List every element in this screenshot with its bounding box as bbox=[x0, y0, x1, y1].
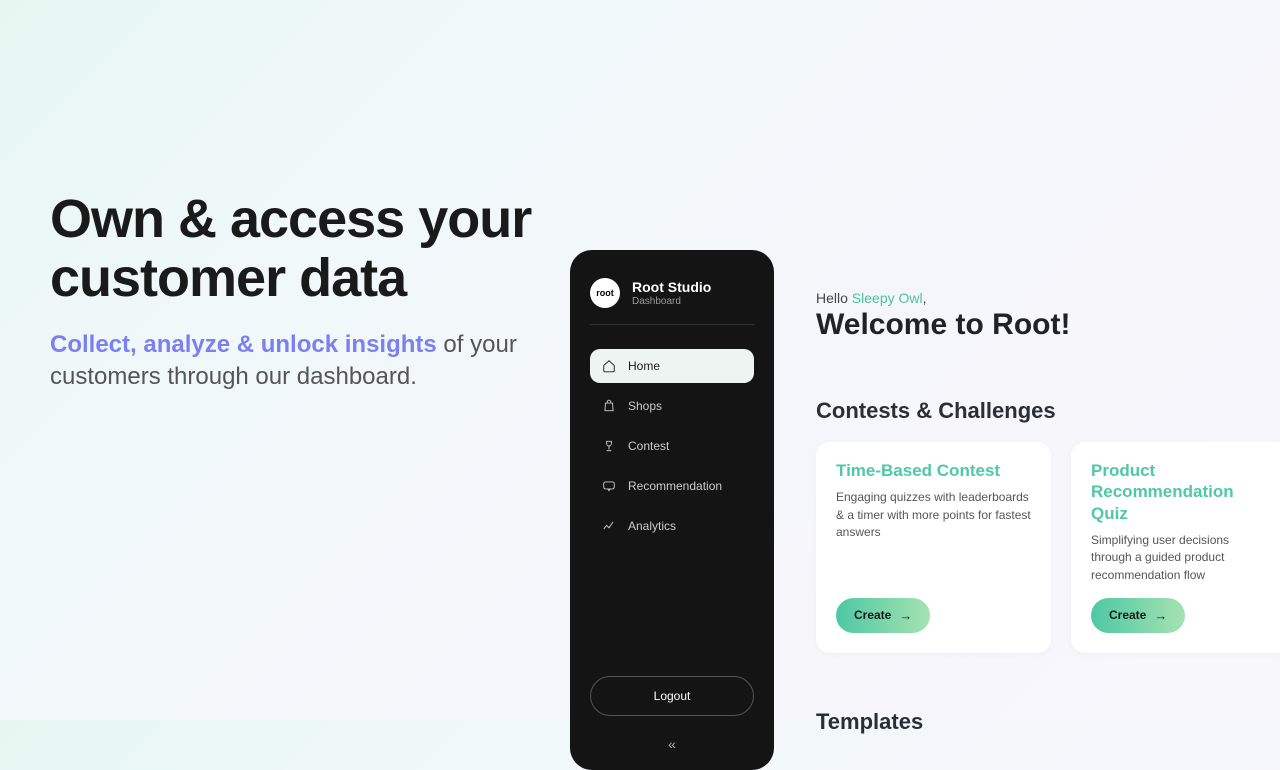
main-content: Hello Sleepy Owl, Welcome to Root! Se Co… bbox=[774, 250, 1280, 770]
card-desc: Simplifying user decisions through a gui… bbox=[1091, 532, 1271, 584]
nav-label: Contest bbox=[628, 439, 669, 453]
chevron-left-double-icon: « bbox=[668, 736, 676, 752]
contest-card: Time-Based Contest Engaging quizzes with… bbox=[816, 442, 1051, 653]
greeting: Hello Sleepy Owl, bbox=[816, 290, 1070, 306]
arrow-right-icon: → bbox=[1154, 608, 1167, 623]
card-desc: Engaging quizzes with leaderboards & a t… bbox=[836, 489, 1031, 584]
contest-card: Product Recommendation Quiz Simplifying … bbox=[1071, 442, 1280, 653]
chart-icon bbox=[602, 519, 616, 533]
nav: Home Shops Contest bbox=[590, 349, 754, 668]
user-name: Sleepy Owl bbox=[852, 290, 923, 306]
app-window: root Root Studio Dashboard Home bbox=[570, 250, 1280, 770]
create-button[interactable]: Create → bbox=[836, 598, 930, 633]
nav-item-home[interactable]: Home bbox=[590, 349, 754, 383]
create-button[interactable]: Create → bbox=[1091, 598, 1185, 633]
brand-logo: root bbox=[590, 278, 620, 308]
collapse-button[interactable]: « bbox=[590, 736, 754, 752]
hero-headline: Own & access your customer data bbox=[50, 190, 570, 309]
logout-button[interactable]: Logout bbox=[590, 676, 754, 716]
hero-sub-accent: Collect, analyze & unlock insights bbox=[50, 331, 437, 358]
nav-label: Home bbox=[628, 359, 660, 373]
nav-label: Recommendation bbox=[628, 479, 722, 493]
brand-name: Root Studio bbox=[632, 279, 711, 295]
chat-icon bbox=[602, 479, 616, 493]
home-icon bbox=[602, 359, 616, 373]
trophy-icon bbox=[602, 439, 616, 453]
create-label: Create bbox=[854, 608, 891, 622]
sidebar: root Root Studio Dashboard Home bbox=[570, 250, 774, 770]
contests-row: Time-Based Contest Engaging quizzes with… bbox=[816, 442, 1280, 653]
section-templates-title: Templates bbox=[816, 709, 1280, 735]
bag-icon bbox=[602, 399, 616, 413]
card-title: Time-Based Contest bbox=[836, 460, 1031, 481]
hero-subheadline: Collect, analyze & unlock insights of yo… bbox=[50, 329, 570, 394]
hello-suffix: , bbox=[923, 290, 927, 306]
section-contests-title: Contests & Challenges bbox=[816, 398, 1280, 424]
nav-label: Shops bbox=[628, 399, 662, 413]
welcome-title: Welcome to Root! bbox=[816, 308, 1070, 342]
create-label: Create bbox=[1109, 608, 1146, 622]
nav-item-contest[interactable]: Contest bbox=[590, 429, 754, 463]
nav-item-recommendation[interactable]: Recommendation bbox=[590, 469, 754, 503]
divider bbox=[590, 324, 754, 325]
nav-item-analytics[interactable]: Analytics bbox=[590, 509, 754, 543]
nav-item-shops[interactable]: Shops bbox=[590, 389, 754, 423]
brand[interactable]: root Root Studio Dashboard bbox=[590, 278, 754, 308]
nav-label: Analytics bbox=[628, 519, 676, 533]
hello-prefix: Hello bbox=[816, 290, 852, 306]
arrow-right-icon: → bbox=[899, 608, 912, 623]
card-title: Product Recommendation Quiz bbox=[1091, 460, 1271, 524]
brand-sub: Dashboard bbox=[632, 296, 711, 307]
